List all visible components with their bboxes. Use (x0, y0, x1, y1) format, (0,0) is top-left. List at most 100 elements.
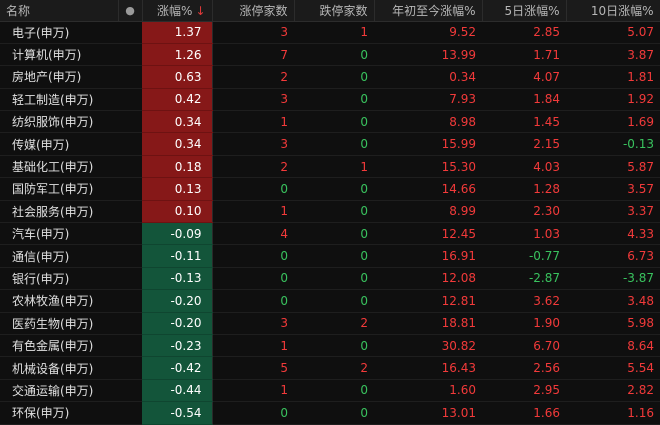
col-header-ytd-label: 年初至今涨幅% (392, 3, 476, 18)
ytd-change: 12.81 (374, 289, 482, 313)
ten-day-change: 1.16 (566, 401, 660, 425)
table-row[interactable]: 纺织服饰(申万) 0.34 1 0 8.98 1.45 1.69 (0, 110, 660, 134)
ten-day-change: 3.48 (566, 289, 660, 313)
sector-table: 名称 ● 涨幅% ↓ 涨停家数 跌停家数 年初至今涨幅% 5日涨幅% 10日涨幅%… (0, 0, 660, 425)
table-row[interactable]: 房地产(申万) 0.63 2 0 0.34 4.07 1.81 (0, 65, 660, 89)
table-row[interactable]: 传媒(申万) 0.34 3 0 15.99 2.15 -0.13 (0, 132, 660, 156)
table-row[interactable]: 汽车(申万) -0.09 4 0 12.45 1.03 4.33 (0, 222, 660, 246)
limit-down-count: 1 (294, 155, 374, 179)
sector-name: 传媒(申万) (0, 132, 118, 156)
ytd-change: 14.66 (374, 177, 482, 201)
col-header-ytd[interactable]: 年初至今涨幅% (374, 0, 483, 22)
col-header-limit-up[interactable]: 涨停家数 (212, 0, 295, 22)
limit-up-count: 0 (212, 267, 294, 291)
col-header-change-label: 涨幅% (157, 3, 193, 18)
table-row[interactable]: 通信(申万) -0.11 0 0 16.91 -0.77 6.73 (0, 244, 660, 268)
ten-day-change: 6.73 (566, 244, 660, 268)
col-header-change[interactable]: 涨幅% ↓ (142, 0, 213, 22)
five-day-change: 4.03 (482, 155, 566, 179)
five-day-change: 2.56 (482, 356, 566, 380)
row-marker (118, 334, 142, 358)
table-row[interactable]: 农林牧渔(申万) -0.20 0 0 12.81 3.62 3.48 (0, 289, 660, 313)
five-day-change: 2.30 (482, 200, 566, 224)
ten-day-change: 1.81 (566, 65, 660, 89)
limit-up-count: 2 (212, 65, 294, 89)
limit-up-count: 0 (212, 289, 294, 313)
col-header-dot[interactable]: ● (118, 0, 143, 22)
table-row[interactable]: 交通运输(申万) -0.44 1 0 1.60 2.95 2.82 (0, 379, 660, 403)
change-pct-cell: 0.13 (142, 177, 213, 201)
table-row[interactable]: 社会服务(申万) 0.10 1 0 8.99 2.30 3.37 (0, 200, 660, 224)
row-marker (118, 244, 142, 268)
sector-name: 有色金属(申万) (0, 334, 118, 358)
change-pct-cell: -0.42 (142, 356, 213, 380)
sector-name: 纺织服饰(申万) (0, 110, 118, 134)
table-row[interactable]: 环保(申万) -0.54 0 0 13.01 1.66 1.16 (0, 401, 660, 425)
five-day-change: 6.70 (482, 334, 566, 358)
limit-up-count: 1 (212, 110, 294, 134)
table-row[interactable]: 国防军工(申万) 0.13 0 0 14.66 1.28 3.57 (0, 177, 660, 201)
col-header-limit-down[interactable]: 跌停家数 (294, 0, 375, 22)
limit-up-count: 3 (212, 312, 294, 335)
five-day-change: 1.66 (482, 401, 566, 425)
sort-desc-icon: ↓ (195, 3, 206, 18)
table-row[interactable]: 基础化工(申万) 0.18 2 1 15.30 4.03 5.87 (0, 155, 660, 179)
five-day-change: 3.62 (482, 289, 566, 313)
change-pct-cell: 1.26 (142, 43, 213, 67)
table-row[interactable]: 电子(申万) 1.37 3 1 9.52 2.85 5.07 (0, 21, 660, 44)
col-header-limit-down-label: 跌停家数 (319, 3, 368, 18)
limit-down-count: 0 (294, 379, 374, 403)
limit-down-count: 0 (294, 401, 374, 425)
ytd-change: 13.99 (374, 43, 482, 67)
col-header-limit-up-label: 涨停家数 (239, 3, 288, 18)
sector-name: 基础化工(申万) (0, 155, 118, 179)
table-header: 名称 ● 涨幅% ↓ 涨停家数 跌停家数 年初至今涨幅% 5日涨幅% 10日涨幅% (0, 0, 660, 22)
ten-day-change: 5.98 (566, 312, 660, 335)
table-row[interactable]: 有色金属(申万) -0.23 1 0 30.82 6.70 8.64 (0, 334, 660, 358)
limit-down-count: 0 (294, 177, 374, 201)
row-marker (118, 132, 142, 156)
col-header-5d-label: 5日涨幅% (504, 3, 560, 18)
table-row[interactable]: 银行(申万) -0.13 0 0 12.08 -2.87 -3.87 (0, 267, 660, 291)
five-day-change: -2.87 (482, 267, 566, 291)
limit-down-count: 0 (294, 132, 374, 156)
change-pct-cell: -0.20 (142, 312, 213, 335)
sector-name: 房地产(申万) (0, 65, 118, 89)
change-pct-cell: -0.09 (142, 222, 213, 246)
ytd-change: 15.99 (374, 132, 482, 156)
five-day-change: 1.71 (482, 43, 566, 67)
row-marker (118, 43, 142, 67)
limit-down-count: 0 (294, 65, 374, 89)
col-header-10d[interactable]: 10日涨幅% (566, 0, 660, 22)
limit-up-count: 1 (212, 379, 294, 403)
table-row[interactable]: 计算机(申万) 1.26 7 0 13.99 1.71 3.87 (0, 43, 660, 67)
sector-name: 国防军工(申万) (0, 177, 118, 201)
ten-day-change: 3.57 (566, 177, 660, 201)
ytd-change: 0.34 (374, 65, 482, 89)
row-marker (118, 222, 142, 246)
limit-up-count: 7 (212, 43, 294, 67)
ten-day-change: 1.92 (566, 88, 660, 112)
row-marker (118, 21, 142, 44)
sector-name: 环保(申万) (0, 401, 118, 425)
change-pct-cell: 0.34 (142, 110, 213, 134)
col-header-name[interactable]: 名称 (0, 0, 119, 22)
change-pct-cell: 1.37 (142, 21, 213, 44)
ten-day-change: 5.54 (566, 356, 660, 380)
five-day-change: 4.07 (482, 65, 566, 89)
sector-name: 计算机(申万) (0, 43, 118, 67)
table-row[interactable]: 机械设备(申万) -0.42 5 2 16.43 2.56 5.54 (0, 356, 660, 380)
col-header-5d[interactable]: 5日涨幅% (482, 0, 567, 22)
table-row[interactable]: 医药生物(申万) -0.20 3 2 18.81 1.90 5.98 (0, 312, 660, 335)
limit-down-count: 0 (294, 222, 374, 246)
ten-day-change: 1.69 (566, 110, 660, 134)
limit-down-count: 0 (294, 289, 374, 313)
row-marker (118, 267, 142, 291)
limit-down-count: 0 (294, 110, 374, 134)
limit-up-count: 3 (212, 21, 294, 44)
five-day-change: 2.85 (482, 21, 566, 44)
limit-up-count: 0 (212, 244, 294, 268)
limit-up-count: 1 (212, 200, 294, 224)
change-pct-cell: 0.10 (142, 200, 213, 224)
table-row[interactable]: 轻工制造(申万) 0.42 3 0 7.93 1.84 1.92 (0, 88, 660, 112)
